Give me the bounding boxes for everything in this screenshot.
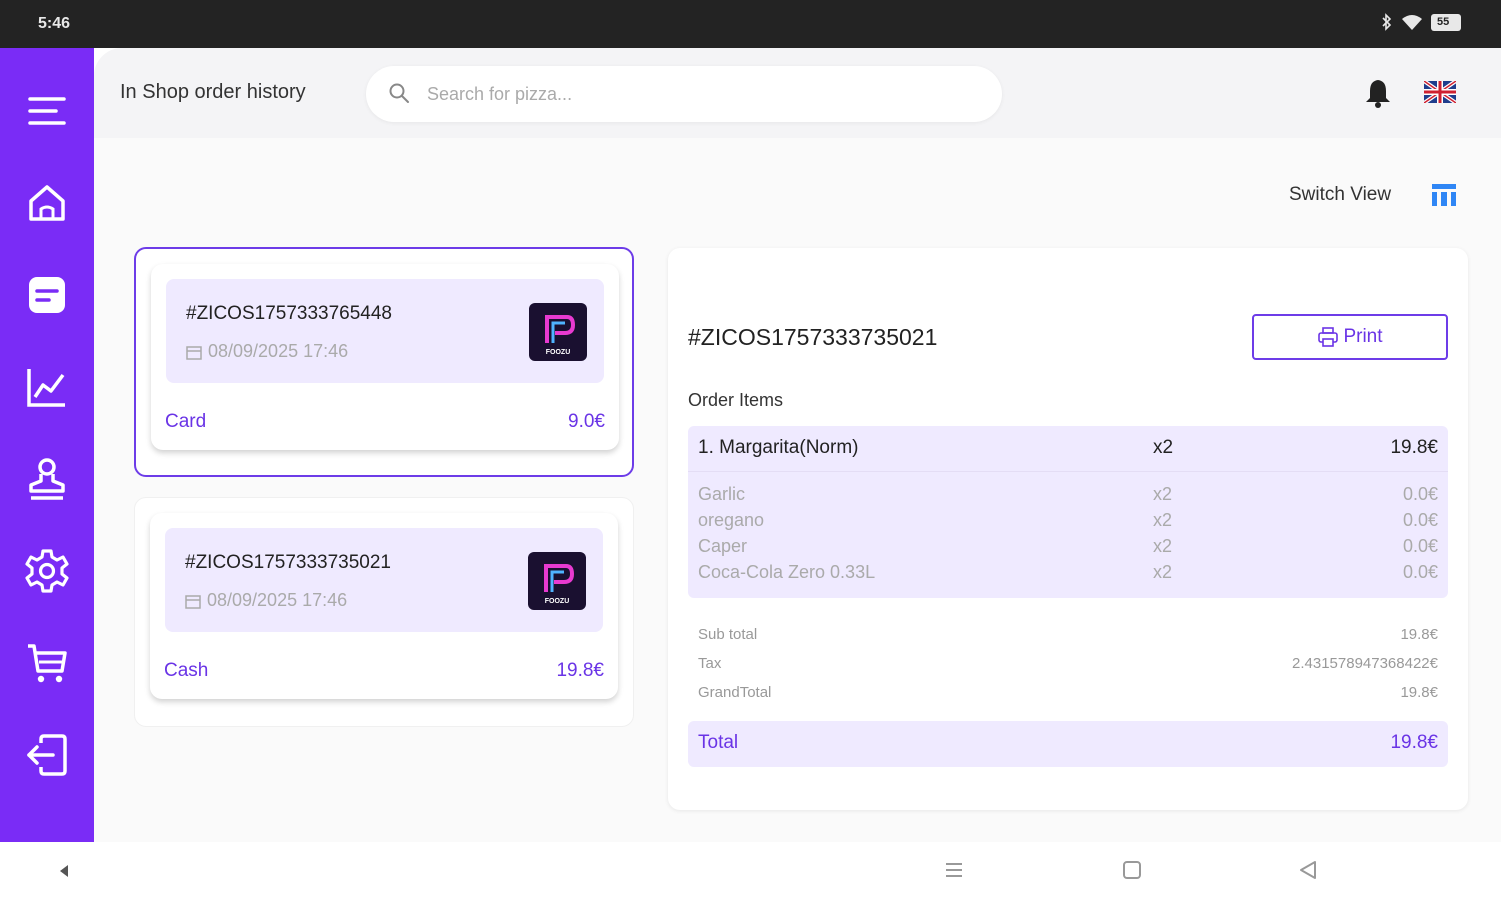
tax-label: Tax bbox=[698, 655, 722, 672]
addon-name: oregano bbox=[698, 510, 765, 530]
addon-name: Coca-Cola Zero 0.33L bbox=[698, 562, 876, 582]
addon-price: 0.0€ bbox=[1402, 484, 1438, 504]
order-date: 08/09/2025 17:46 bbox=[186, 341, 348, 362]
home-nav-icon[interactable] bbox=[1122, 860, 1142, 880]
payment-method: Cash bbox=[164, 660, 209, 681]
print-label: Print bbox=[1343, 326, 1383, 347]
addon-qty: x2 bbox=[1153, 536, 1173, 556]
back-icon[interactable] bbox=[1298, 860, 1318, 880]
calendar-icon bbox=[185, 594, 201, 609]
main-item-row: 1. Margarita(Norm) x2 19.8€ bbox=[688, 426, 1448, 472]
payment-method: Card bbox=[165, 411, 207, 432]
calendar-icon bbox=[186, 345, 202, 360]
order-date: 08/09/2025 17:46 bbox=[185, 590, 347, 611]
order-id: #ZICOS1757333765448 bbox=[186, 303, 392, 324]
addon-row: Caper x2 0.0€ bbox=[688, 536, 1448, 562]
switch-view-label[interactable]: Switch View bbox=[1289, 184, 1391, 206]
uk-flag-icon[interactable] bbox=[1424, 81, 1456, 103]
subtotal-label: Sub total bbox=[698, 626, 758, 643]
subtotal-value: 19.8€ bbox=[1400, 626, 1438, 643]
top-bar: In Shop order history Search for pizza..… bbox=[94, 48, 1501, 138]
grandtotal-label: GrandTotal bbox=[698, 684, 772, 701]
wifi-icon bbox=[1402, 15, 1422, 30]
total-row: Total 19.8€ bbox=[688, 721, 1448, 767]
total-value: 19.8€ bbox=[1390, 732, 1438, 753]
foozu-logo: FOOZU bbox=[529, 303, 587, 361]
notification-bell-icon[interactable] bbox=[1364, 78, 1392, 108]
order-card-header: #ZICOS1757333735021 08/09/2025 17:46 FOO… bbox=[165, 528, 603, 632]
home-icon[interactable] bbox=[22, 178, 72, 228]
payment-amount: 19.8€ bbox=[556, 660, 604, 681]
addon-row: Coca-Cola Zero 0.33L x2 0.0€ bbox=[688, 562, 1448, 588]
print-button[interactable]: Print bbox=[1252, 314, 1448, 360]
sidebar bbox=[0, 48, 94, 842]
detail-order-id: #ZICOS1757333735021 bbox=[688, 324, 938, 350]
items-box: 1. Margarita(Norm) x2 19.8€ Garlic x2 0.… bbox=[688, 426, 1448, 598]
analytics-icon[interactable] bbox=[22, 362, 72, 412]
main-area: In Shop order history Search for pizza..… bbox=[94, 48, 1501, 842]
system-icons: 55 bbox=[1381, 13, 1461, 31]
subtotal-row: Sub total 19.8€ bbox=[688, 626, 1448, 648]
recents-icon[interactable] bbox=[944, 860, 964, 880]
status-bar: 5:46 55 bbox=[0, 0, 1501, 48]
order-id: #ZICOS1757333735021 bbox=[185, 552, 391, 573]
search-icon bbox=[389, 83, 409, 103]
logout-icon[interactable] bbox=[22, 730, 72, 780]
battery-icon: 55 bbox=[1431, 13, 1461, 31]
addon-price: 0.0€ bbox=[1402, 562, 1438, 582]
addon-qty: x2 bbox=[1153, 484, 1173, 504]
menu-icon[interactable] bbox=[22, 86, 72, 136]
order-date-text: 08/09/2025 17:46 bbox=[208, 341, 349, 361]
payment-amount: 9.0€ bbox=[568, 411, 605, 432]
order-detail-panel: #ZICOS1757333735021 Print Order Items 1.… bbox=[668, 248, 1468, 810]
settings-icon[interactable] bbox=[22, 546, 72, 596]
cart-icon[interactable] bbox=[22, 638, 72, 688]
addon-row: oregano x2 0.0€ bbox=[688, 510, 1448, 536]
addon-row: Garlic x2 0.0€ bbox=[688, 484, 1448, 510]
logo-text: FOOZU bbox=[545, 349, 571, 356]
grid-view-icon[interactable] bbox=[1430, 181, 1458, 209]
total-label: Total bbox=[698, 732, 739, 753]
search-placeholder: Search for pizza... bbox=[427, 84, 573, 104]
order-date-text: 08/09/2025 17:46 bbox=[207, 590, 348, 610]
status-time: 5:46 bbox=[38, 15, 71, 32]
addon-price: 0.0€ bbox=[1402, 536, 1438, 556]
order-card-inner: #ZICOS1757333765448 08/09/2025 17:46 FOO… bbox=[151, 264, 619, 450]
item-price: 19.8€ bbox=[1390, 437, 1438, 458]
addon-price: 0.0€ bbox=[1402, 510, 1438, 530]
order-card[interactable]: #ZICOS1757333735021 08/09/2025 17:46 FOO… bbox=[134, 497, 634, 727]
system-nav-bar bbox=[0, 842, 1501, 900]
addon-qty: x2 bbox=[1153, 510, 1173, 530]
addon-name: Caper bbox=[698, 536, 748, 556]
user-stamp-icon[interactable] bbox=[22, 454, 72, 504]
collapse-arrow-icon[interactable] bbox=[58, 864, 70, 878]
foozu-logo: FOOZU bbox=[528, 552, 586, 610]
addon-name: Garlic bbox=[698, 484, 746, 504]
order-card-inner: #ZICOS1757333735021 08/09/2025 17:46 FOO… bbox=[150, 513, 618, 699]
tax-value: 2.431578947368422€ bbox=[1292, 655, 1438, 672]
battery-level: 55 bbox=[1437, 15, 1450, 28]
order-card-header: #ZICOS1757333765448 08/09/2025 17:46 FOO… bbox=[166, 279, 604, 383]
item-qty: x2 bbox=[1153, 437, 1174, 458]
printer-icon bbox=[1318, 327, 1339, 347]
item-name: 1. Margarita(Norm) bbox=[698, 437, 859, 458]
grandtotal-value: 19.8€ bbox=[1400, 684, 1438, 701]
orders-icon[interactable] bbox=[22, 270, 72, 320]
addon-qty: x2 bbox=[1153, 562, 1173, 582]
page-title: In Shop order history bbox=[120, 81, 306, 103]
search-input[interactable]: Search for pizza... bbox=[366, 66, 1002, 122]
order-items-heading: Order Items bbox=[688, 390, 784, 410]
order-card-selected[interactable]: #ZICOS1757333765448 08/09/2025 17:46 FOO… bbox=[134, 247, 634, 477]
bluetooth-icon bbox=[1382, 13, 1392, 31]
grandtotal-row: GrandTotal 19.8€ bbox=[688, 684, 1448, 706]
tax-row: Tax 2.431578947368422€ bbox=[688, 655, 1448, 677]
logo-text: FOOZU bbox=[544, 598, 570, 605]
